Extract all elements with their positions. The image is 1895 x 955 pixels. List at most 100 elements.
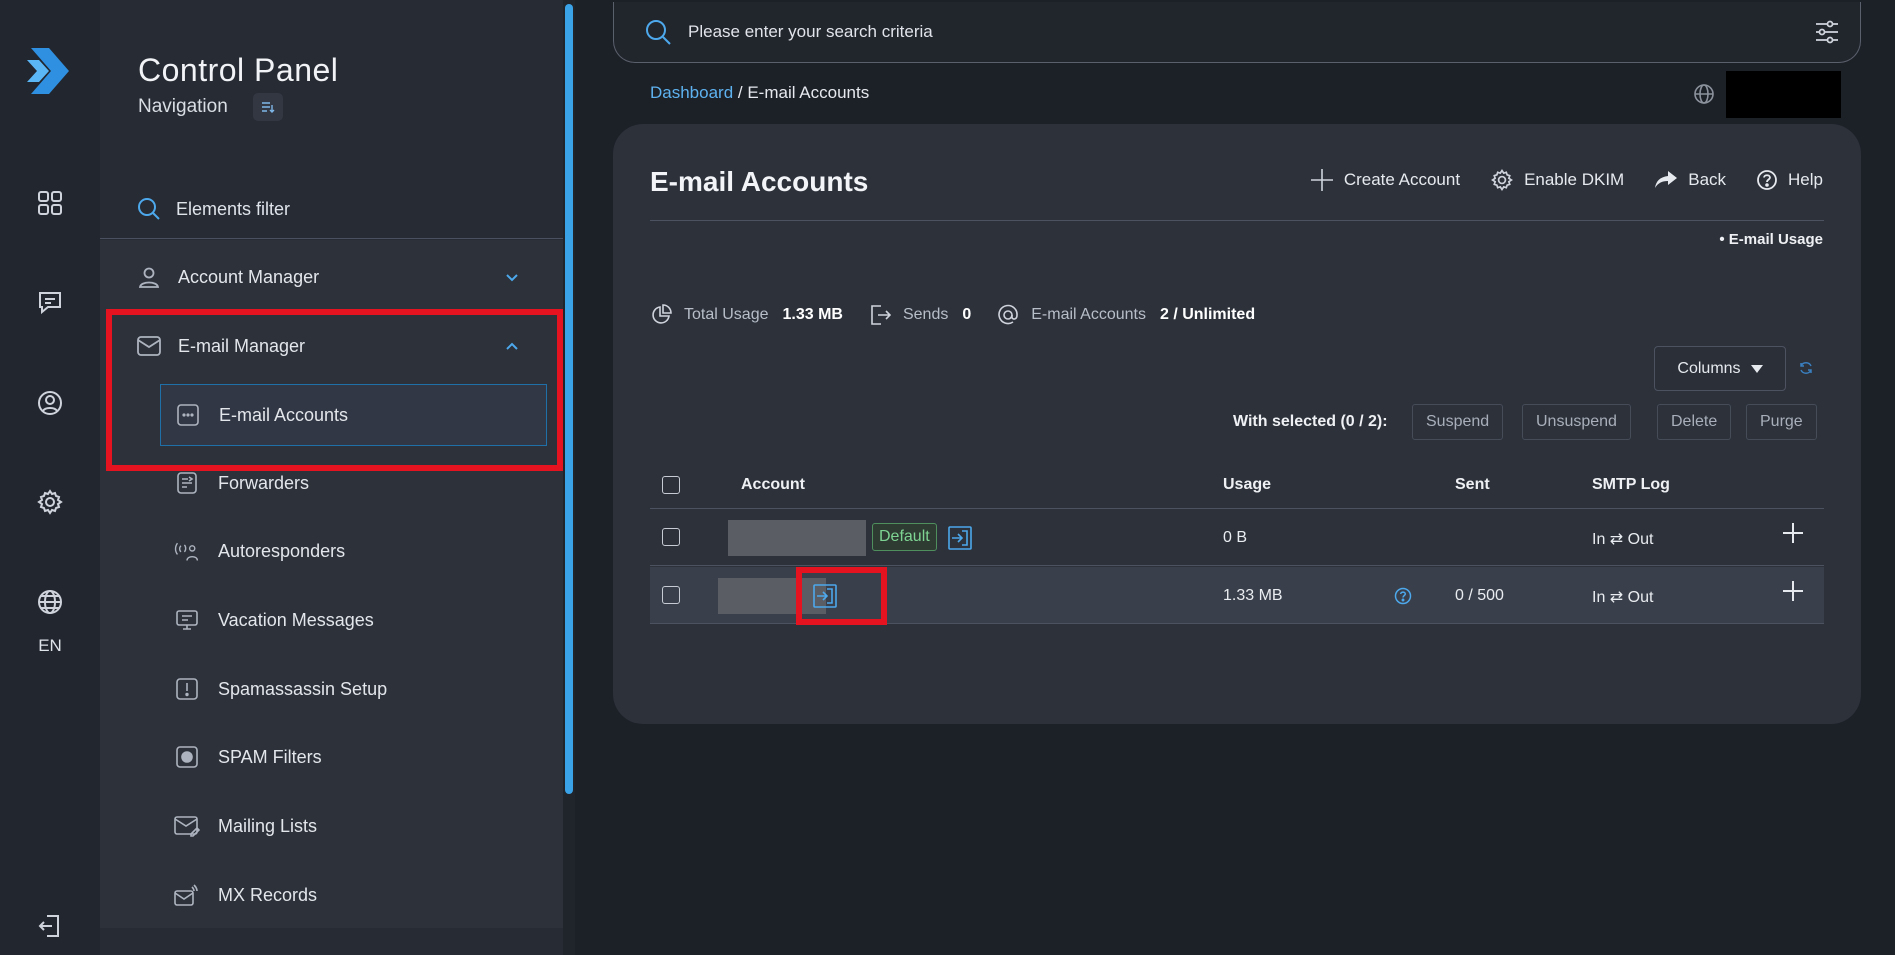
breadcrumb: Dashboard / E-mail Accounts: [650, 83, 869, 103]
email-accounts-panel: E-mail Accounts Create Account Enable DK…: [613, 124, 1861, 724]
refresh-icon[interactable]: [1798, 360, 1814, 376]
suspend-button[interactable]: Suspend: [1412, 404, 1504, 440]
delete-button[interactable]: Delete: [1657, 404, 1732, 440]
redacted-account-name: [728, 520, 866, 556]
spam-filter-icon: [174, 744, 200, 770]
language-code[interactable]: EN: [30, 636, 70, 656]
expand-row-plus-icon[interactable]: [1782, 580, 1804, 602]
breadcrumb-separator: /: [733, 83, 748, 102]
select-all-checkbox[interactable]: [662, 476, 680, 494]
navigation-label: Navigation: [138, 96, 228, 117]
sidebar-item-spam-filters[interactable]: SPAM Filters: [160, 726, 547, 788]
messages-icon[interactable]: [30, 283, 70, 323]
elements-filter-label: Elements filter: [176, 198, 291, 219]
sidebar-item-mailing-lists[interactable]: Mailing Lists: [160, 795, 547, 857]
stat-value: 0: [962, 306, 972, 323]
login-icon[interactable]: [813, 584, 837, 608]
filter-sliders-icon[interactable]: [1814, 19, 1840, 45]
sidebar-item-forwarders[interactable]: Forwarders: [160, 452, 547, 514]
sidebar-item-label: Autoresponders: [218, 540, 346, 561]
breadcrumb-dashboard-link[interactable]: Dashboard: [650, 83, 733, 102]
columns-dropdown[interactable]: Columns: [1654, 346, 1786, 391]
help-label: Help: [1788, 170, 1823, 189]
stat-label: E-mail Accounts: [1031, 306, 1146, 323]
section-label: Account Manager: [178, 266, 320, 287]
header-divider: [650, 220, 1824, 221]
pie-chart-icon: [652, 304, 672, 324]
chevron-up-icon: [506, 342, 518, 350]
redacted-user-menu[interactable]: [1726, 71, 1841, 118]
help-button[interactable]: Help: [1756, 168, 1823, 192]
enable-dkim-label: Enable DKIM: [1524, 170, 1625, 189]
broadcast-person-icon: [174, 538, 200, 564]
email-usage-link[interactable]: • E-mail Usage: [1719, 231, 1823, 248]
mail-pen-icon: [174, 813, 200, 839]
back-button[interactable]: Back: [1654, 168, 1726, 192]
share-arrow-icon: [1655, 171, 1678, 188]
send-out-icon: [871, 305, 891, 325]
sidebar-item-mx-records[interactable]: MX Records: [160, 864, 547, 926]
language-globe-icon[interactable]: [30, 582, 70, 622]
sidebar-item-spamassassin[interactable]: Spamassassin Setup: [160, 658, 547, 720]
scrollbar-thumb[interactable]: [565, 4, 573, 794]
settings-gear-icon[interactable]: [30, 482, 70, 522]
logo-icon[interactable]: [27, 46, 73, 96]
row-checkbox[interactable]: [662, 586, 680, 604]
search-bar[interactable]: Please enter your search criteria: [613, 2, 1861, 63]
column-header-account[interactable]: Account: [741, 461, 805, 509]
user-circle-icon[interactable]: [30, 383, 70, 423]
column-header-usage[interactable]: Usage: [1223, 461, 1271, 509]
login-icon[interactable]: [948, 526, 972, 550]
dashboard-grid-icon[interactable]: [30, 183, 70, 223]
user-icon: [136, 264, 162, 290]
breadcrumb-current: E-mail Accounts: [747, 83, 870, 102]
enable-dkim-button[interactable]: Enable DKIM: [1490, 168, 1624, 192]
navigation-sort-button[interactable]: [253, 93, 283, 121]
page-title: E-mail Accounts: [650, 166, 869, 197]
globe-icon[interactable]: [1693, 83, 1715, 105]
usage-cell: 0 B: [1223, 529, 1248, 546]
stat-sends: Sends 0: [869, 304, 971, 326]
search-icon: [138, 198, 160, 220]
sidebar-item-label: Vacation Messages: [218, 609, 374, 630]
sent-cell: 0 / 500: [1455, 587, 1504, 604]
table-row[interactable]: Default 0 B In ⇄ Out: [650, 509, 1824, 566]
sidebar-item-email-accounts[interactable]: E-mail Accounts: [160, 384, 547, 446]
unsuspend-button[interactable]: Unsuspend: [1522, 404, 1631, 440]
column-header-smtp-log[interactable]: SMTP Log: [1592, 461, 1670, 509]
create-account-button[interactable]: Create Account: [1310, 168, 1460, 192]
sidebar-item-autoresponders[interactable]: Autoresponders: [160, 520, 547, 582]
stat-email-accounts: E-mail Accounts 2 / Unlimited: [997, 304, 1255, 326]
table-row[interactable]: 1.33 MB 0 / 500 In ⇄ Out: [650, 567, 1824, 625]
default-badge: Default: [872, 523, 937, 551]
expand-row-plus-icon[interactable]: [1782, 522, 1804, 544]
envelope-icon: [136, 333, 162, 359]
mail-signal-icon: [174, 882, 200, 908]
question-circle-icon[interactable]: [1394, 587, 1412, 605]
stat-label: Total Usage: [684, 306, 769, 323]
sidebar-item-label: SPAM Filters: [218, 746, 322, 767]
search-input[interactable]: Please enter your search criteria: [688, 22, 1814, 42]
menu-list: Account Manager E-mail Manager E-mail Ac…: [100, 240, 563, 928]
logout-icon[interactable]: [30, 906, 70, 946]
smtp-log-cell[interactable]: In ⇄ Out: [1592, 587, 1653, 607]
column-header-sent[interactable]: Sent: [1455, 461, 1490, 509]
caret-down-icon: [1750, 364, 1763, 373]
elements-filter[interactable]: Elements filter: [136, 192, 466, 226]
at-sign-icon: [998, 304, 1019, 325]
stat-value: 1.33 MB: [782, 306, 843, 323]
card-icon: [175, 402, 201, 428]
section-account-manager[interactable]: Account Manager: [136, 257, 536, 297]
section-label: E-mail Manager: [178, 335, 306, 356]
section-email-manager[interactable]: E-mail Manager: [136, 326, 536, 366]
filter-divider: [100, 238, 563, 239]
sidebar-scrollbar[interactable]: [563, 0, 575, 955]
stat-total-usage: Total Usage 1.33 MB: [650, 304, 843, 326]
sidebar-item-label: Forwarders: [218, 472, 310, 493]
row-checkbox[interactable]: [662, 528, 680, 546]
purge-button[interactable]: Purge: [1746, 404, 1817, 440]
smtp-log-cell[interactable]: In ⇄ Out: [1592, 529, 1653, 549]
sidebar: Control Panel Navigation Elements filter…: [100, 0, 563, 955]
sidebar-item-vacation-messages[interactable]: Vacation Messages: [160, 589, 547, 651]
with-selected-label: With selected (0 / 2):: [1233, 413, 1388, 430]
